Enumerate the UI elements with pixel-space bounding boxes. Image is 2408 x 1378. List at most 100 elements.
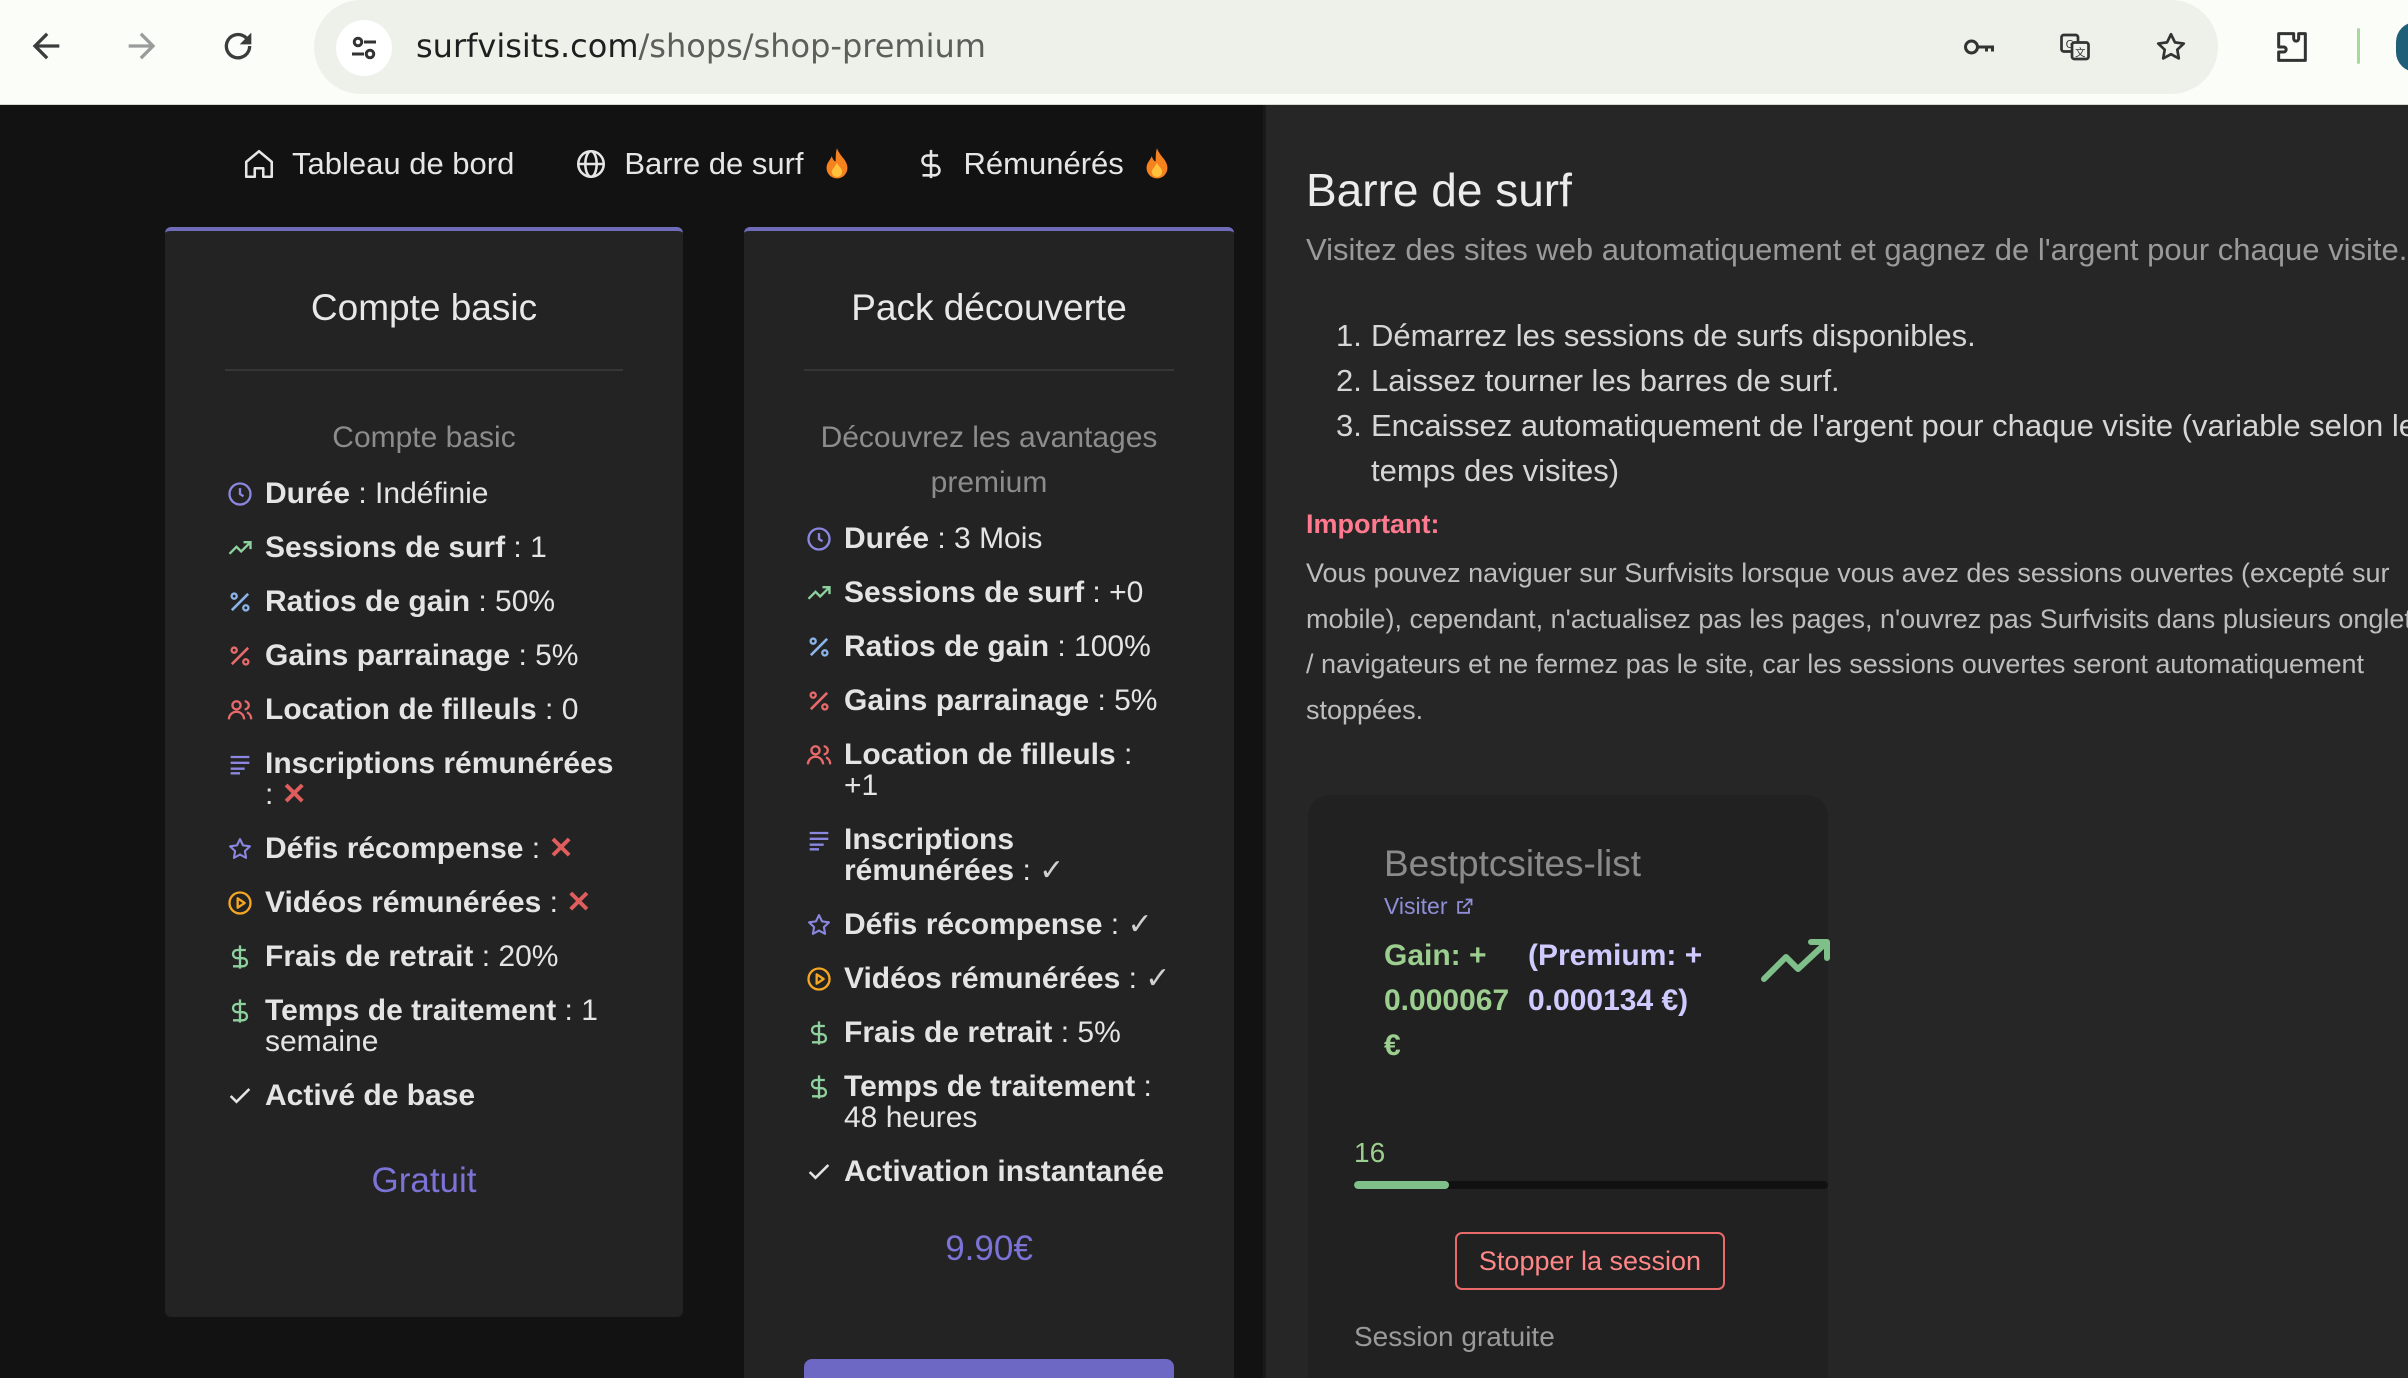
feature-value: : xyxy=(1120,962,1146,995)
profile-avatar[interactable] xyxy=(2396,22,2408,72)
address-bar[interactable]: surfvisits.com/shops/shop-premium 文G xyxy=(314,0,2218,94)
nav-item-surfbar[interactable]: Barre de surf xyxy=(574,146,853,182)
forward-button[interactable] xyxy=(116,20,168,72)
feature-label: Frais de retrait xyxy=(844,1016,1053,1049)
feature-item: Défis récompense : ✕ xyxy=(225,833,623,864)
check-icon: ✓ xyxy=(1145,962,1171,995)
star-icon xyxy=(2156,32,2186,60)
card-divider xyxy=(225,369,623,371)
feature-value: : +0 xyxy=(1084,576,1144,609)
key-icon xyxy=(1964,39,1994,55)
gain-amount: Gain: + 0.000067 € xyxy=(1384,939,1510,1062)
url-text[interactable]: surfvisits.com/shops/shop-premium xyxy=(416,27,986,65)
site-info-button[interactable] xyxy=(336,20,392,76)
extensions-button[interactable] xyxy=(2267,22,2317,72)
feature-text: Sessions de surf : 1 xyxy=(265,532,623,563)
plan-features: Durée : Indéfinie Sessions de surf : 1 Rat… xyxy=(225,478,623,1111)
feature-label: Durée xyxy=(265,477,351,510)
clock-icon xyxy=(225,479,255,509)
feature-text: Activé de base xyxy=(265,1080,623,1111)
visit-link[interactable]: Visiter xyxy=(1384,893,1474,920)
percent-icon xyxy=(225,641,255,671)
feature-text: Ratios de gain : 50% xyxy=(265,586,623,617)
feature-value: : 50% xyxy=(470,585,556,618)
feature-text: Durée : Indéfinie xyxy=(265,478,623,509)
flame-icon xyxy=(826,148,848,179)
important-label: Important: xyxy=(1306,509,1440,539)
feature-item: Gains parrainage : 5% xyxy=(225,640,623,671)
translate-button[interactable]: 文G xyxy=(2052,24,2098,70)
feature-label: Vidéos rémunérées xyxy=(265,886,542,919)
surf-session-card: Bestptcsites-list Visiter Gain: + 0.0000… xyxy=(1308,795,1830,1378)
check-icon: ✓ xyxy=(1127,908,1153,941)
dollar-icon xyxy=(804,1072,834,1102)
session-type: Session gratuite xyxy=(1354,1321,1555,1352)
feature-value: : 5% xyxy=(1052,1016,1121,1049)
visit-label: Visiter xyxy=(1384,893,1448,919)
feature-text: Frais de retrait : 5% xyxy=(844,1017,1174,1048)
surfbar-description: Visitez des sites web automatiquement et… xyxy=(1306,232,2408,267)
page-content: Tableau de bord Barre de surf Rémunérés … xyxy=(0,105,2408,1378)
users-icon xyxy=(804,740,834,770)
step-item: 1. Démarrez les sessions de surfs disponi… xyxy=(1336,313,2408,358)
feature-value: : 5% xyxy=(1089,684,1158,717)
dollar-icon xyxy=(225,996,255,1026)
feature-value: : xyxy=(265,778,282,811)
forward-icon xyxy=(128,32,156,60)
feature-label: Vidéos rémunérées xyxy=(844,962,1121,995)
feature-text: Gains parrainage : 5% xyxy=(844,685,1174,716)
tune-icon xyxy=(352,36,376,60)
clock-icon xyxy=(804,524,834,554)
feature-value: : 20% xyxy=(473,940,559,973)
home-icon xyxy=(244,149,274,179)
feature-label: Location de filleuls xyxy=(844,738,1116,771)
reload-button[interactable] xyxy=(212,20,264,72)
svg-text:G: G xyxy=(2066,39,2074,51)
stop-session-button[interactable]: Stopper la session xyxy=(1455,1232,1725,1290)
step-text: Laissez tourner les barres de surf. xyxy=(1371,363,1840,398)
feature-label: Gains parrainage xyxy=(844,684,1090,717)
session-progress-bar xyxy=(1354,1181,1828,1189)
feature-text: Vidéos rémunérées : ✓ xyxy=(844,963,1174,994)
feature-item: Location de filleuls : 0 xyxy=(225,694,623,725)
password-key-button[interactable] xyxy=(1956,24,2002,70)
feature-text: Temps de traitement : 1 semaine xyxy=(265,995,623,1057)
nav-item-dashboard[interactable]: Tableau de bord xyxy=(242,146,514,182)
feature-value: : 0 xyxy=(536,693,579,726)
feature-text: Activation instantanée xyxy=(844,1156,1174,1187)
feature-label: Location de filleuls xyxy=(265,693,537,726)
important-text: Vous pouvez naviguer sur Surfvisits lors… xyxy=(1306,558,2408,725)
buy-button[interactable] xyxy=(804,1359,1174,1378)
surfbar-steps: 1. Démarrez les sessions de surfs disponi… xyxy=(1336,313,2408,493)
feature-item: Temps de traitement : 1 semaine xyxy=(225,995,623,1057)
back-button[interactable] xyxy=(20,20,72,72)
feature-text: Inscriptions rémunérées : ✓ xyxy=(844,824,1174,886)
feature-label: Ratios de gain xyxy=(265,585,471,618)
nav-label-dashboard: Tableau de bord xyxy=(292,146,515,181)
nav-label-paid: Rémunérés xyxy=(963,146,1124,181)
feature-item: Activé de base xyxy=(225,1080,623,1111)
bookmark-button[interactable] xyxy=(2148,24,2194,70)
feature-label: Ratios de gain xyxy=(844,630,1050,663)
star-icon xyxy=(225,834,255,864)
card-divider xyxy=(804,369,1174,371)
feature-item: Location de filleuls : +1 xyxy=(804,739,1174,801)
feature-text: Gains parrainage : 5% xyxy=(265,640,623,671)
dollar-icon xyxy=(920,149,941,179)
session-counter: 16 xyxy=(1354,1137,1386,1168)
feature-item: Inscriptions rémunérées : ✕ xyxy=(225,748,623,810)
plan-price[interactable]: Gratuit xyxy=(165,1161,683,1201)
surfbar-column: Barre de surf Visitez des sites web auto… xyxy=(1263,105,2408,1378)
feature-text: Frais de retrait : 20% xyxy=(265,941,623,972)
step-item: 3. Encaissez automatiquement de l'argent … xyxy=(1336,403,2408,493)
feature-label: Inscriptions rémunérées xyxy=(844,823,1015,887)
check-icon xyxy=(804,1157,834,1187)
plan-title: Compte basic xyxy=(310,287,538,328)
feature-value: : 100% xyxy=(1049,630,1151,663)
premium-gain-amount: (Premium: + 0.000134 €) xyxy=(1528,939,1703,1017)
browser-toolbar: surfvisits.com/shops/shop-premium 文G xyxy=(0,0,2408,105)
nav-item-paid[interactable]: Rémunérés xyxy=(914,146,1174,182)
feature-text: Durée : 3 Mois xyxy=(844,523,1174,554)
feature-text: Temps de traitement : 48 heures xyxy=(844,1071,1174,1133)
step-text: Encaissez automatiquement de l'argent po… xyxy=(1371,408,2408,488)
